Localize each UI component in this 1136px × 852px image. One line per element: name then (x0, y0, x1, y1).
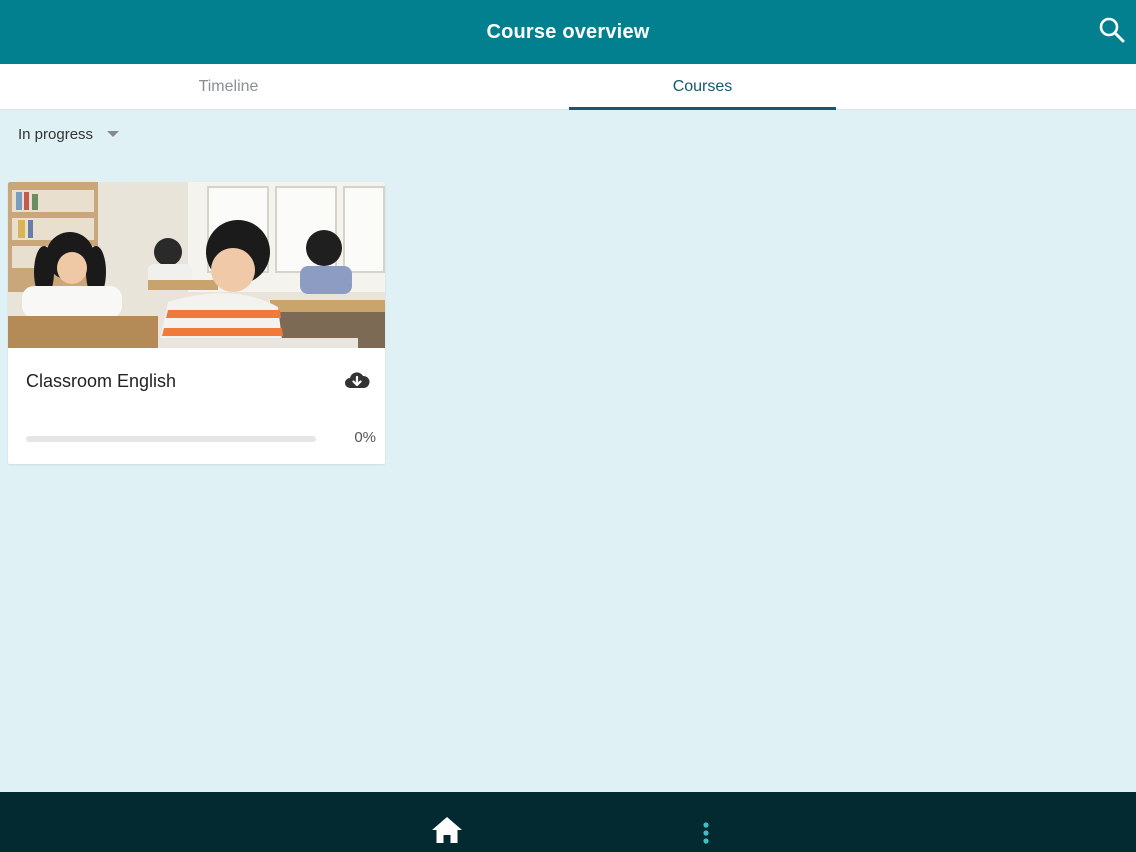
bottom-navigation (0, 792, 1136, 852)
tab-courses[interactable]: Courses (569, 64, 836, 110)
active-tab-indicator (569, 107, 836, 110)
tab-bar: Timeline Courses (0, 64, 1136, 110)
tab-courses-label: Courses (672, 78, 733, 95)
status-filter-dropdown[interactable]: In progress (18, 122, 120, 146)
course-progress-percent: 0% (354, 429, 376, 446)
more-vertical-icon[interactable] (698, 820, 714, 848)
search-icon (1099, 17, 1125, 43)
page-title: Course overview (486, 20, 650, 43)
tab-timeline[interactable]: Timeline (95, 64, 362, 110)
course-image (8, 182, 385, 348)
status-filter-value: In progress (18, 125, 94, 143)
course-card[interactable]: Classroom English 0% (8, 182, 385, 464)
app-header: Course overview (0, 0, 1136, 64)
caret-down-icon (107, 131, 120, 137)
course-name: Classroom English (26, 371, 177, 391)
tab-timeline-label: Timeline (198, 78, 259, 95)
course-progress-bar (26, 436, 316, 442)
cloud-download-icon[interactable] (344, 370, 370, 392)
home-icon[interactable] (430, 815, 464, 845)
search-button[interactable] (1096, 14, 1128, 46)
